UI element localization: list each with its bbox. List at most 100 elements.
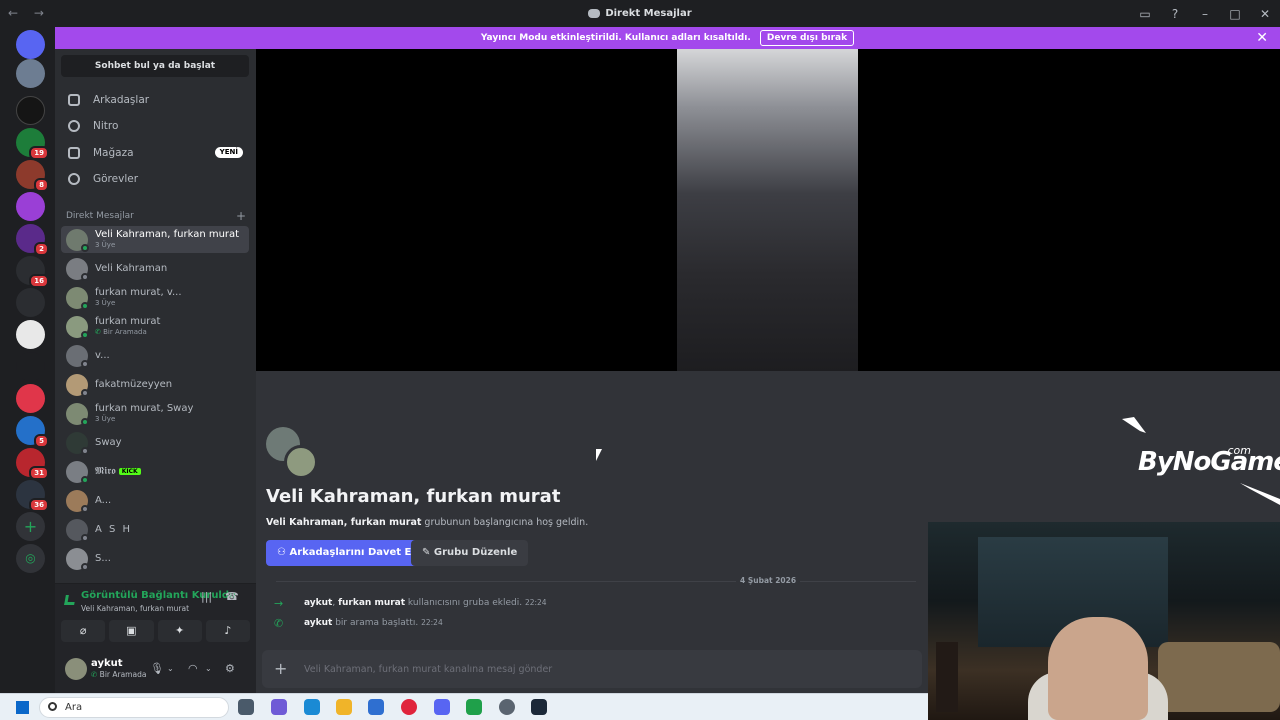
server-icon[interactable] — [16, 96, 45, 125]
dm-item[interactable]: Sway — [61, 429, 249, 456]
minimize-button[interactable]: – — [1190, 7, 1220, 21]
dm-item[interactable]: furkan murat ✆ Bir Aramada — [61, 313, 249, 340]
webcam-person — [1048, 617, 1148, 720]
camera-off-icon[interactable]: ⌀ — [61, 620, 106, 642]
server-icon[interactable]: 8 — [16, 160, 49, 192]
user-status: ✆ Bir Aramada — [91, 670, 147, 679]
nav-nitro[interactable]: Nitro — [61, 114, 249, 138]
discover-icon[interactable]: ◎ — [16, 544, 45, 573]
status-online-icon — [81, 244, 89, 252]
server-icon[interactable]: 16 — [16, 256, 49, 288]
copilot-icon[interactable] — [271, 699, 287, 715]
chevron-down-icon[interactable]: ⌄ — [205, 664, 212, 673]
status-offline-icon — [81, 360, 89, 368]
nav-friends[interactable]: Arkadaşlar — [61, 88, 249, 112]
voice-channel[interactable]: Veli Kahraman, furkan murat — [81, 604, 189, 613]
date-divider — [276, 581, 916, 582]
server-icon[interactable] — [16, 59, 45, 88]
dm-item[interactable]: S... — [61, 545, 249, 572]
nav-label: Nitro — [93, 120, 119, 132]
dm-item[interactable]: Veli Kahraman — [61, 255, 249, 282]
server-icon[interactable]: 19 — [16, 128, 49, 160]
help-icon[interactable]: ? — [1160, 7, 1190, 21]
window-title: Direkt Mesajlar — [0, 8, 1280, 19]
brand-watermark: ByNoGame .com — [1120, 415, 1280, 505]
dm-item[interactable]: 𝕸𝖎𝖗𝖔 KICK — [61, 458, 249, 485]
edit-group-button[interactable]: ✎ Grubu Düzenle — [411, 540, 529, 566]
dm-item[interactable]: furkan murat, v... 3 Üye — [61, 284, 249, 311]
noise-suppression-icon[interactable]: ||| — [201, 590, 212, 603]
steam-icon[interactable] — [531, 699, 547, 715]
disable-streamer-mode-button[interactable]: Devre dışı bırak — [759, 30, 855, 46]
create-dm-icon[interactable]: + — [236, 209, 246, 223]
nitro-icon — [68, 120, 80, 132]
banner-close-icon[interactable]: ✕ — [1256, 27, 1268, 49]
disconnect-icon[interactable]: ☎ — [225, 590, 239, 603]
quests-icon — [68, 173, 80, 185]
opera-icon[interactable] — [401, 699, 417, 715]
headphones-icon[interactable]: ◠ — [188, 662, 198, 675]
logo-text: ByNoGame — [1138, 447, 1280, 477]
inbox-icon[interactable]: ▭ — [1130, 7, 1160, 21]
server-icon[interactable]: 36 — [16, 480, 49, 512]
microphone-icon[interactable]: 🎙︎ — [150, 662, 164, 675]
status-offline-icon — [81, 389, 89, 397]
phone-icon: ✆ — [95, 328, 104, 336]
friends-icon — [68, 94, 80, 106]
app-icon[interactable] — [466, 699, 482, 715]
attach-plus-icon[interactable]: + — [274, 659, 287, 678]
webcam-sofa — [1158, 642, 1280, 712]
nav-shop[interactable]: Mağaza YENİ — [61, 141, 249, 165]
server-icon[interactable] — [16, 320, 45, 349]
dm-item[interactable]: furkan murat, Sway 3 Üye — [61, 400, 249, 427]
maximize-button[interactable]: □ — [1220, 7, 1250, 21]
windows-start-icon[interactable] — [16, 701, 29, 714]
server-icon[interactable] — [16, 352, 45, 381]
settings-gear-icon[interactable]: ⚙ — [225, 662, 235, 675]
server-icon[interactable]: 31 — [16, 448, 49, 480]
dm-item[interactable]: fakatmüzeyyen — [61, 371, 249, 398]
nav-label: Mağaza — [93, 147, 134, 159]
kick-tag: KICK — [118, 468, 141, 475]
dm-item[interactable]: Veli Kahraman, furkan murat 3 Üye — [61, 226, 249, 253]
add-user-icon: ⚇ — [277, 547, 290, 558]
nav-quests[interactable]: Görevler — [61, 167, 249, 191]
status-offline-icon — [81, 505, 89, 513]
group-avatar — [284, 445, 318, 479]
close-button[interactable]: ✕ — [1250, 7, 1280, 21]
taskbar-search[interactable]: Ara — [39, 697, 229, 718]
shop-icon — [68, 147, 80, 159]
activities-icon[interactable]: ✦ — [157, 620, 202, 642]
video-feed[interactable] — [677, 49, 858, 371]
find-conversation-button[interactable]: Sohbet bul ya da başlat — [61, 55, 249, 77]
screen-share-icon[interactable]: ▣ — [109, 620, 154, 642]
system-message: aykut, furkan murat kullanıcısını gruba … — [304, 598, 547, 608]
chevron-down-icon[interactable]: ⌄ — [167, 664, 174, 673]
file-explorer-icon[interactable] — [336, 699, 352, 715]
server-icon[interactable]: 2 — [16, 224, 49, 256]
status-offline-icon — [81, 447, 89, 455]
dm-item[interactable]: A... — [61, 487, 249, 514]
voice-status: Görüntülü Bağlantı Kuruldu — [81, 590, 237, 601]
soundboard-icon[interactable]: ♪ — [205, 620, 250, 642]
discord-icon[interactable] — [434, 699, 450, 715]
edge-icon[interactable] — [304, 699, 320, 715]
dm-item[interactable]: A S H — [61, 516, 249, 543]
settings-icon[interactable] — [499, 699, 515, 715]
pencil-icon: ✎ — [422, 547, 434, 558]
server-icon[interactable] — [16, 192, 45, 221]
add-server-icon[interactable]: + — [16, 512, 45, 541]
message-input[interactable] — [304, 659, 904, 679]
task-view-icon[interactable] — [238, 699, 254, 715]
avatar[interactable] — [65, 658, 87, 680]
new-badge: YENİ — [214, 147, 243, 158]
server-icon[interactable]: 5 — [16, 416, 49, 448]
status-offline-icon — [81, 273, 89, 281]
server-badge: 5 — [34, 434, 49, 448]
server-icon[interactable] — [16, 384, 45, 413]
server-icon[interactable] — [16, 288, 45, 317]
invite-friends-button[interactable]: ⚇ Arkadaşlarını Davet Et — [266, 540, 428, 566]
home-button[interactable] — [16, 30, 45, 59]
store-icon[interactable] — [368, 699, 384, 715]
dm-item[interactable]: v... — [61, 342, 249, 369]
